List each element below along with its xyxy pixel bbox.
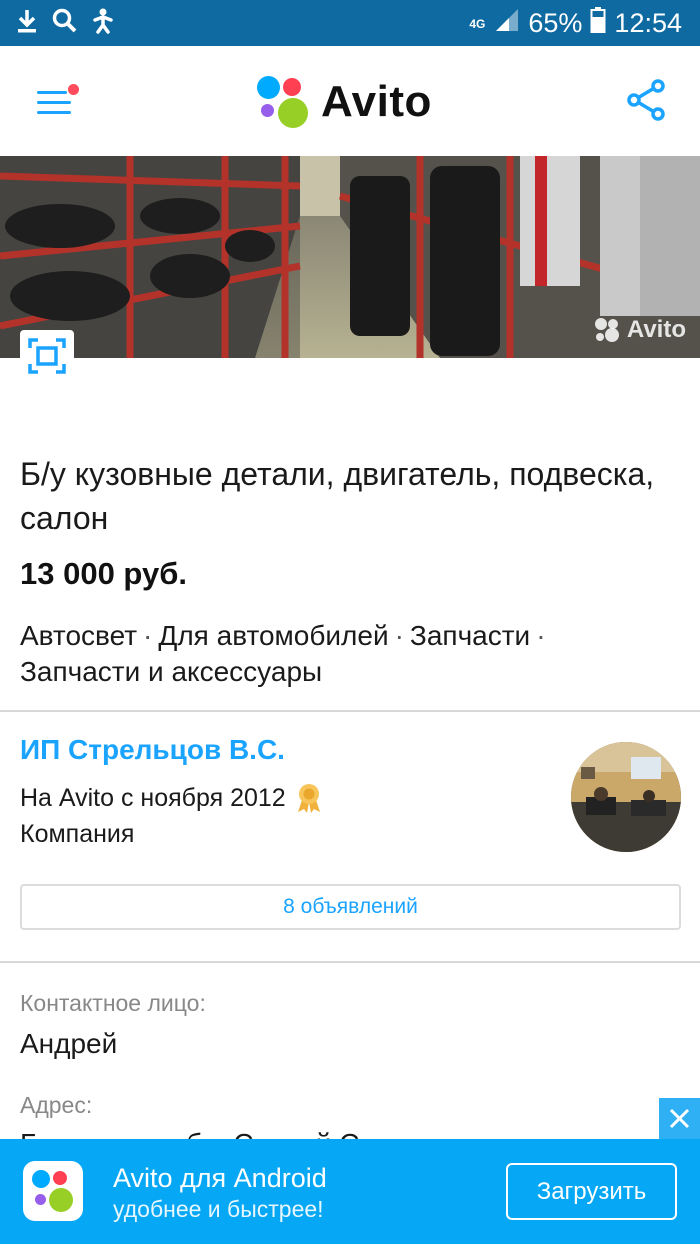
banner-close-button[interactable]	[659, 1098, 700, 1139]
award-badge-icon	[297, 784, 320, 813]
banner-subtitle: удобнее и быстрее!	[113, 1196, 324, 1222]
breadcrumb-separator: ·	[536, 620, 546, 651]
battery-percent: 65%	[528, 8, 583, 38]
close-icon	[669, 1108, 690, 1129]
contact-person-label: Контактное лицо:	[20, 990, 206, 1016]
address-label: Адрес:	[20, 1092, 93, 1118]
signal-icon	[494, 7, 520, 40]
category-link[interactable]: Запчасти	[410, 620, 530, 651]
app-header: Avito	[0, 46, 700, 156]
expand-icon	[28, 338, 66, 374]
photo-watermark: Avito	[593, 316, 686, 344]
seller-type: Компания	[20, 820, 135, 848]
clock: 12:54	[614, 8, 682, 38]
divider	[0, 710, 700, 712]
avito-app-icon	[23, 1161, 83, 1221]
seller-name-link[interactable]: ИП Стрельцов В.С.	[20, 734, 285, 766]
category-link[interactable]: Запчасти и аксессуары	[20, 656, 322, 687]
category-link[interactable]: Для автомобилей	[158, 620, 388, 651]
app-install-banner: Avito для Android удобнее и быстрее! Заг…	[0, 1139, 700, 1244]
breadcrumb-separator: ·	[394, 620, 404, 651]
divider	[0, 961, 700, 963]
seller-since: На Avito с ноября 2012	[20, 782, 324, 814]
network-type: 4G	[469, 16, 486, 31]
menu-icon-bar	[37, 111, 71, 114]
seller-since-text: На Avito с ноября 2012	[20, 783, 286, 812]
category-link[interactable]: Автосвет	[20, 620, 137, 651]
listing-price: 13 000 руб.	[20, 556, 187, 591]
logo-dots-icon	[255, 74, 311, 130]
avito-logo[interactable]: Avito	[255, 74, 432, 130]
banner-title: Avito для Android	[113, 1163, 327, 1193]
seller-avatar[interactable]	[571, 742, 681, 852]
menu-icon	[37, 91, 67, 94]
menu-icon-bar	[37, 101, 71, 104]
watermark-text: Avito	[626, 316, 686, 343]
menu-button[interactable]	[30, 80, 80, 124]
breadcrumb-separator: ·	[143, 620, 153, 651]
accessibility-icon	[92, 8, 114, 39]
seller-ads-button[interactable]: 8 объявлений	[20, 884, 681, 930]
status-bar: 4G 65% 12:54	[0, 0, 700, 46]
notification-dot	[68, 84, 79, 95]
search-icon	[52, 8, 78, 39]
avito-watermark-icon	[594, 318, 619, 342]
download-app-button[interactable]: Загрузить	[506, 1163, 677, 1220]
fullscreen-button[interactable]	[20, 330, 74, 382]
share-icon	[627, 79, 665, 121]
share-button[interactable]	[626, 78, 670, 126]
contact-person-name: Андрей	[20, 1028, 118, 1059]
battery-icon	[590, 6, 606, 41]
office-photo	[571, 742, 681, 852]
listing-title: Б/у кузовные детали, двигатель, подвеска…	[20, 456, 655, 536]
category-breadcrumb: Автосвет · Для автомобилей · Запчасти · Запчас…	[20, 618, 680, 690]
download-icon	[16, 8, 38, 39]
logo-text: Avito	[321, 77, 432, 126]
listing-photo[interactable]: Avito	[0, 156, 700, 358]
